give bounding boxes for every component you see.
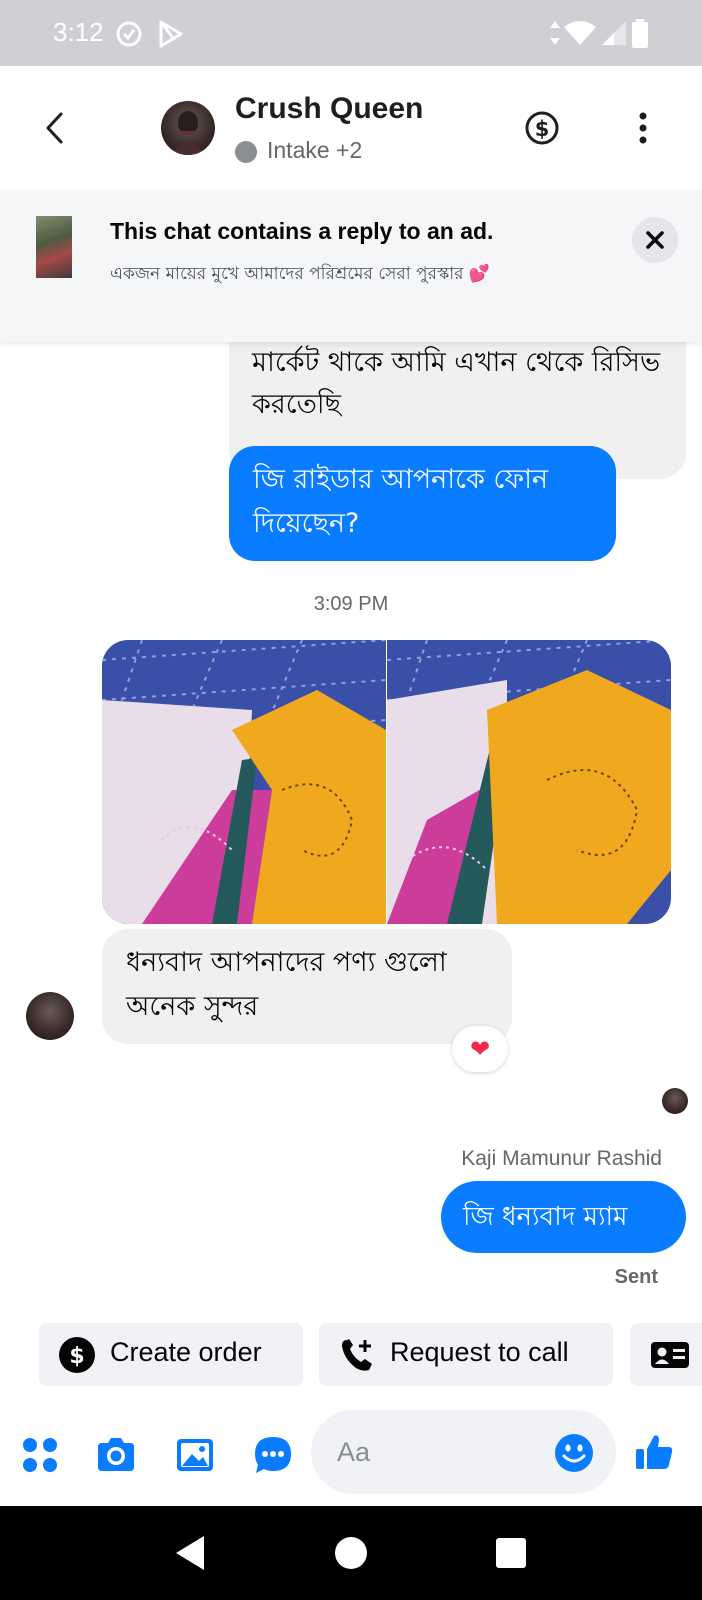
- like-icon[interactable]: [634, 1432, 674, 1472]
- create-order-button[interactable]: $ Create order: [39, 1323, 303, 1386]
- chat-bubble-icon[interactable]: [253, 1435, 293, 1475]
- sender-name: Kaji Mamunur Rashid: [461, 1147, 662, 1170]
- contact-name[interactable]: Crush Queen: [235, 92, 423, 126]
- dollar-icon[interactable]: $: [524, 110, 560, 146]
- play-store-icon: [159, 20, 183, 48]
- incoming-message-text: মার্কেট থাকে আমি এখান থেকে রিসিভ করতেছি: [252, 347, 661, 420]
- shared-photo[interactable]: [102, 640, 386, 924]
- phone-add-icon: [342, 1339, 372, 1371]
- more-vert-icon[interactable]: [628, 110, 658, 146]
- contact-labels[interactable]: Intake +2: [267, 137, 362, 164]
- status-time: 3:12: [53, 17, 104, 47]
- system-nav-bar: [0, 1506, 702, 1600]
- incoming-message-text: ধন্যবাদ আপনাদের পণ্য গুলো অনেক সুন্দর: [126, 947, 447, 1022]
- svg-text:$: $: [69, 1344, 84, 1369]
- sent-status: Sent: [614, 1266, 658, 1288]
- outgoing-message-text: জি রাইডার আপনাকে ফোন দিয়েছেন?: [253, 464, 549, 539]
- seen-by-avatar: [662, 1088, 688, 1114]
- dollar-circle-icon: $: [59, 1337, 95, 1373]
- contact-avatar[interactable]: [161, 101, 215, 155]
- heart-reaction-icon[interactable]: ❤: [452, 1026, 508, 1072]
- status-bar: 3:12: [0, 0, 702, 66]
- request-call-label: Request to call: [390, 1337, 569, 1367]
- ad-thumbnail: [36, 216, 72, 278]
- close-icon[interactable]: [632, 217, 678, 263]
- shared-photo[interactable]: [387, 640, 671, 924]
- outgoing-message-bubble[interactable]: জি রাইডার আপনাকে ফোন দিয়েছেন?: [229, 446, 616, 561]
- battery-icon: [632, 19, 648, 48]
- create-order-label: Create order: [110, 1337, 262, 1367]
- outgoing-message-bubble[interactable]: জি ধন্যবাদ ম্যাম: [441, 1181, 686, 1253]
- incoming-message-bubble[interactable]: ধন্যবাদ আপনাদের পণ্য গুলো অনেক সুন্দর: [102, 929, 512, 1044]
- ad-banner-title: This chat contains a reply to an ad.: [110, 218, 494, 244]
- apps-icon[interactable]: [20, 1435, 60, 1475]
- ad-reply-banner[interactable]: This chat contains a reply to an ad. একজ…: [0, 190, 702, 342]
- label-dot-icon: [235, 141, 257, 163]
- ad-banner-description: একজন মায়ের মুখে আমাদের পরিশ্রমের সেরা প…: [110, 264, 491, 284]
- signal-icon: [602, 21, 626, 45]
- chat-header: Crush Queen Intake +2 $: [0, 66, 702, 190]
- nav-home-icon[interactable]: [334, 1536, 368, 1570]
- request-call-button[interactable]: Request to call: [319, 1323, 613, 1386]
- nav-recents-icon[interactable]: [495, 1537, 527, 1569]
- message-timestamp: 3:09 PM: [313, 593, 389, 615]
- camera-icon[interactable]: [96, 1435, 136, 1475]
- svg-text:$: $: [535, 117, 550, 141]
- data-arrows-icon: [550, 21, 560, 45]
- back-icon[interactable]: [40, 110, 72, 146]
- sync-icon: [116, 21, 142, 47]
- contact-card-button[interactable]: [630, 1323, 702, 1386]
- contact-card-icon: [651, 1342, 689, 1368]
- outgoing-message-text: জি ধন্যবাদ ম্যাম: [463, 1202, 628, 1232]
- gallery-icon[interactable]: [175, 1435, 215, 1475]
- emoji-icon[interactable]: [554, 1433, 594, 1473]
- nav-back-icon[interactable]: [174, 1534, 208, 1572]
- sender-avatar[interactable]: [26, 992, 74, 1040]
- wifi-icon: [564, 21, 596, 45]
